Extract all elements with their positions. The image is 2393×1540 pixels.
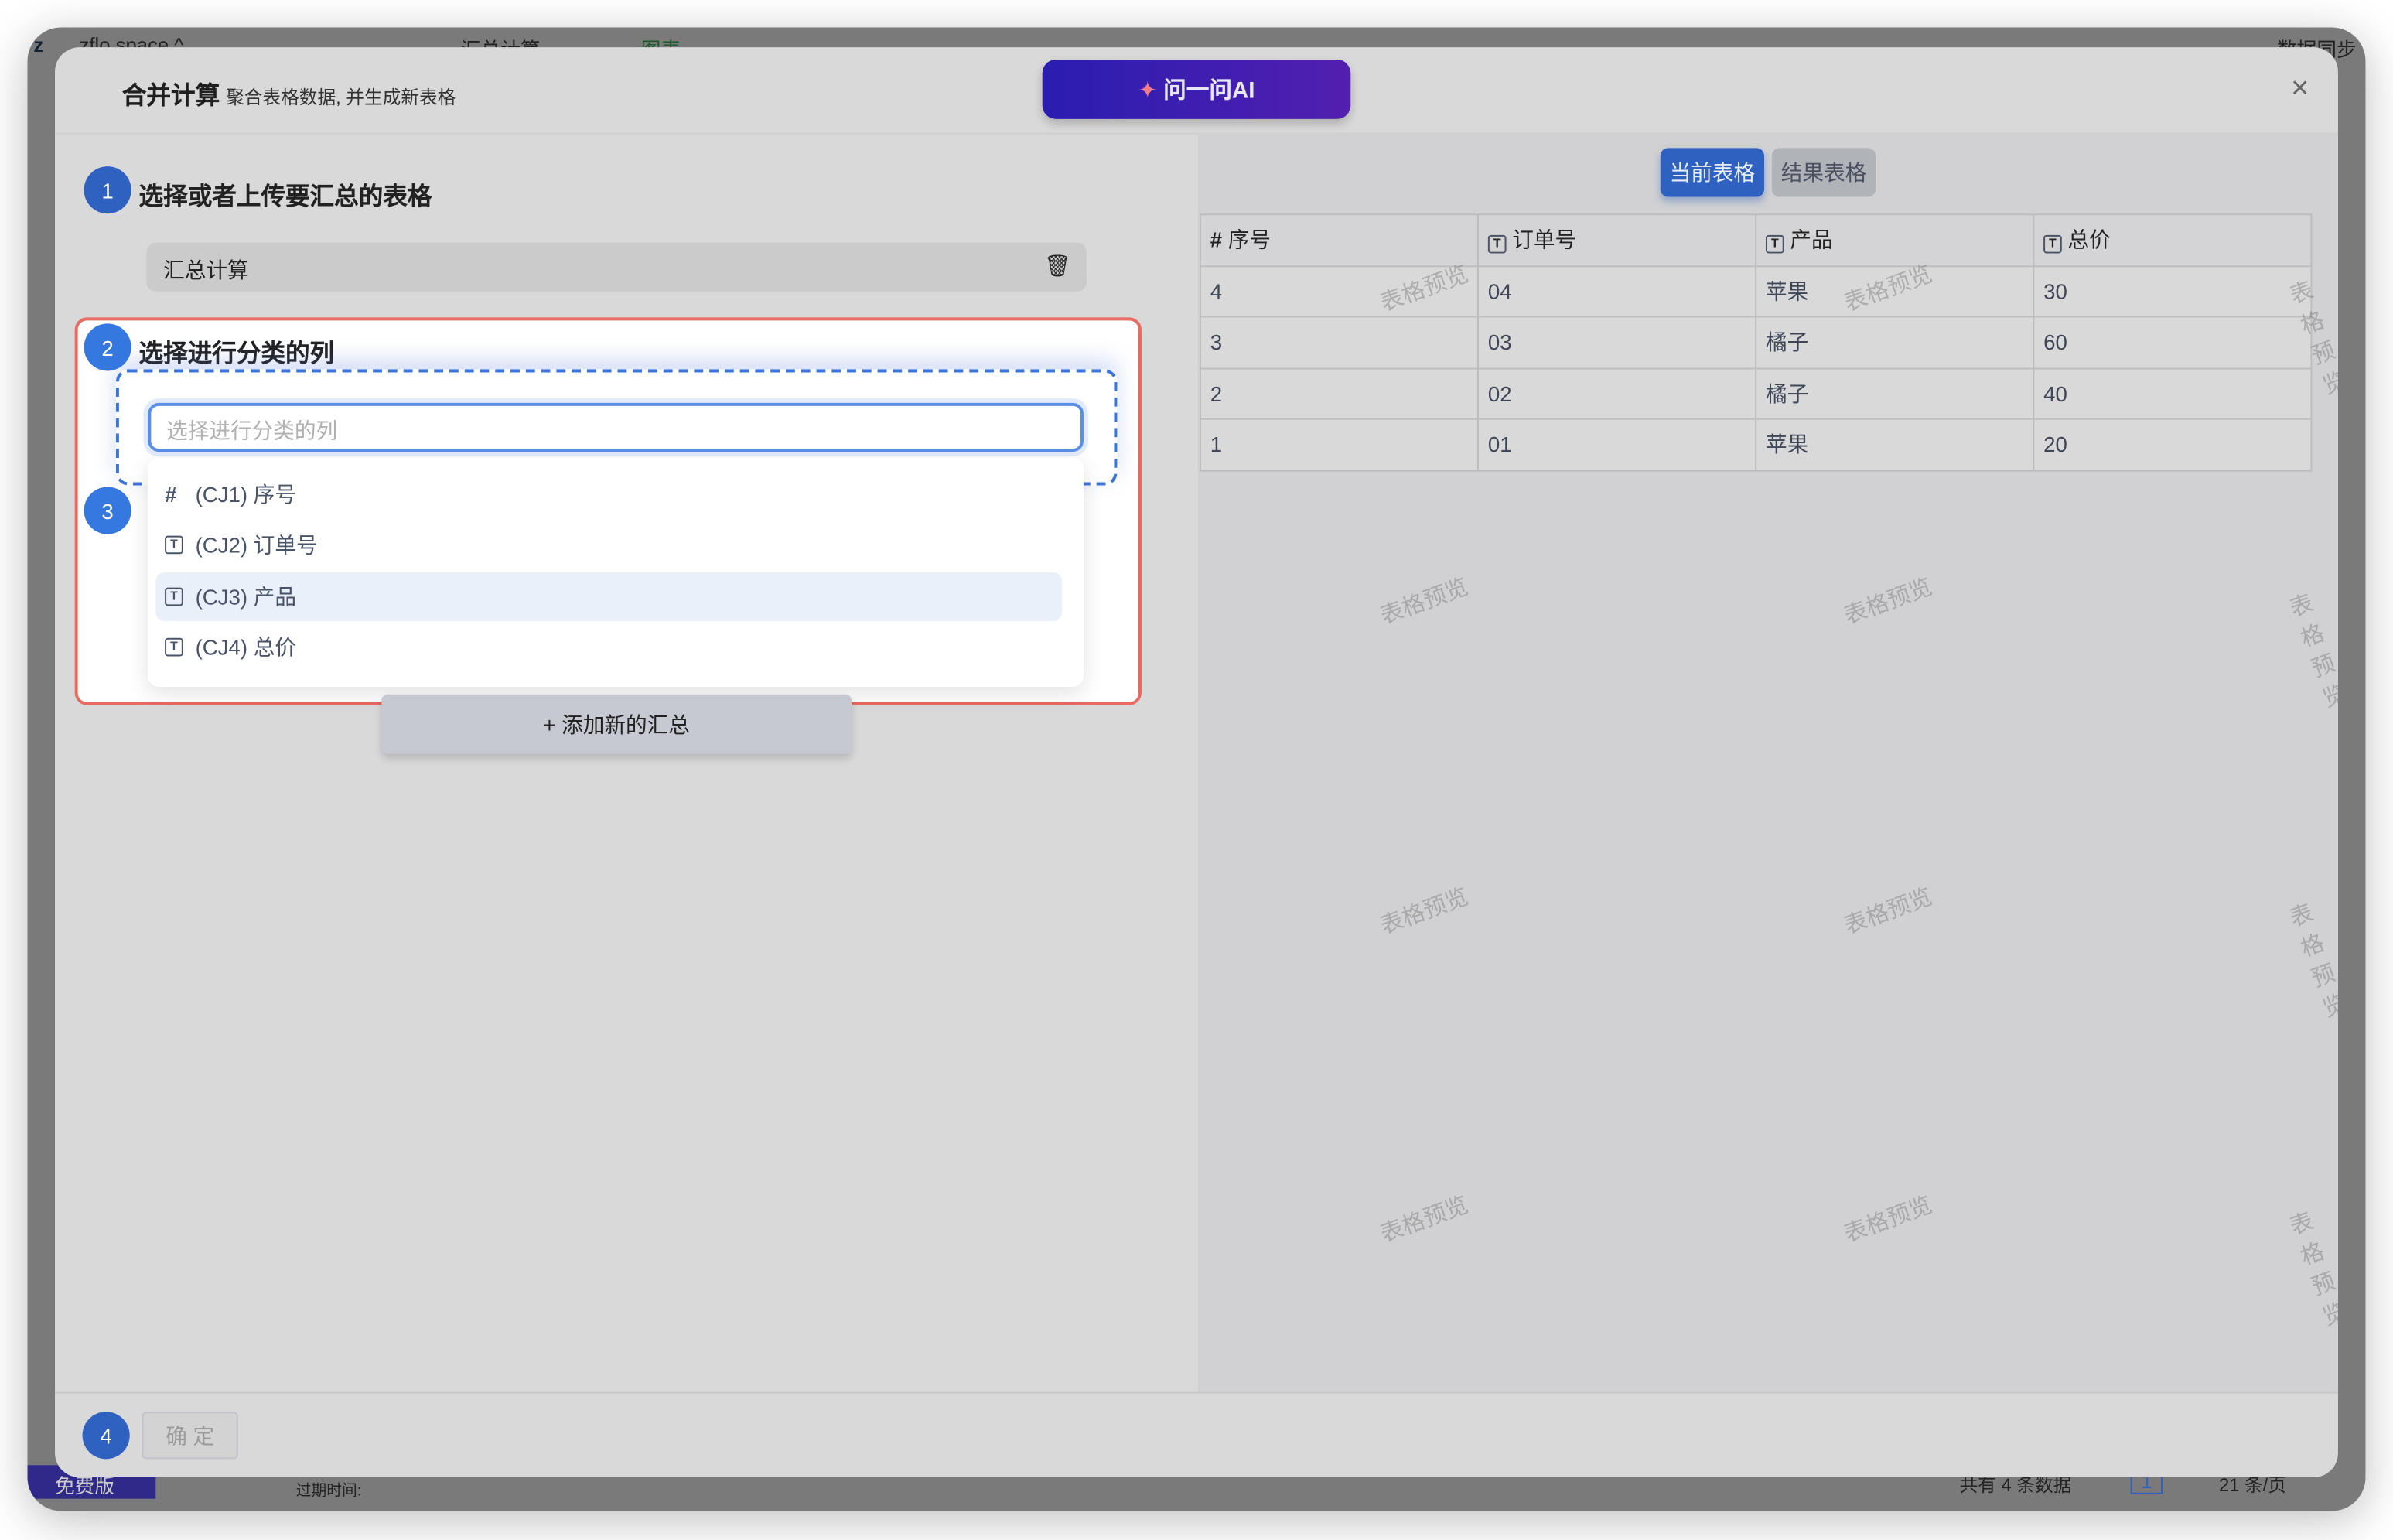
step-3-badge: 3 [84, 487, 131, 534]
preview-table: # 序号 T 订单号 T 产品 T 总价 4 04 苹果 30 3 03 橘子 60 2 02… [1199, 213, 2313, 471]
cell: 1 [1199, 418, 1480, 471]
cell: 橘子 [1755, 367, 2035, 420]
title-text: 合并计算 [121, 84, 220, 111]
table-row: 1 01 苹果 20 [1199, 418, 2313, 471]
col-label: 订单号 [1512, 227, 1577, 253]
watermark: 表格预览 [2286, 900, 2338, 1023]
option-label: (CJ3) 产品 [195, 584, 297, 610]
cell: 苹果 [1755, 265, 2035, 318]
option-cj3[interactable]: T (CJ3) 产品 [155, 572, 1063, 622]
col-header: T 订单号 [1477, 213, 1757, 267]
cell: 2 [1199, 367, 1480, 420]
step-2-badge: 2 [84, 323, 131, 371]
option-cj1[interactable]: # (CJ1) 序号 [155, 470, 1062, 519]
ask-ai-button[interactable]: ✦ 问一问AI [1042, 59, 1351, 119]
workspace-avatar[interactable]: z [33, 33, 43, 56]
cell: 01 [1477, 418, 1757, 471]
number-icon: # [165, 482, 177, 507]
footer-divider [55, 1391, 2338, 1394]
cell: 04 [1477, 265, 1757, 318]
step-1-badge: 1 [84, 166, 131, 214]
add-summary-button[interactable]: + 添加新的汇总 [381, 694, 852, 754]
watermark: 表格预览 [1841, 883, 1936, 940]
col-label: 序号 [1227, 227, 1272, 253]
modal-subtitle: 聚合表格数据, 并生成新表格 [226, 87, 456, 109]
modal-title: 合并计算 聚合表格数据, 并生成新表格 [122, 75, 456, 111]
cell: 20 [2033, 418, 2313, 471]
column-dropdown: # (CJ1) 序号 T (CJ2) 订单号 T (CJ3) 产品 T (CJ4) 总价 [148, 457, 1084, 687]
cell: 02 [1477, 367, 1757, 420]
step-2-label: 选择进行分类的列 [138, 341, 335, 368]
cell: 60 [2033, 316, 2313, 369]
sparkle-icon: ✦ [1138, 77, 1158, 104]
cell: 3 [1199, 316, 1480, 369]
option-label: (CJ4) 总价 [195, 634, 297, 660]
modal-header: 合并计算 聚合表格数据, 并生成新表格 ✦ 问一问AI × [55, 47, 2338, 135]
text-icon: T [1765, 235, 1784, 254]
merge-calc-modal: 合并计算 聚合表格数据, 并生成新表格 ✦ 问一问AI × 1 选择或者上传要汇总的… [55, 47, 2338, 1478]
option-cj4[interactable]: T (CJ4) 总价 [155, 623, 1062, 671]
watermark: 表格预览 [1841, 574, 1936, 630]
table-row: 3 03 橘子 60 [1199, 316, 2313, 369]
tab-current-table[interactable]: 当前表格 [1660, 148, 1765, 197]
option-cj2[interactable]: T (CJ2) 订单号 [155, 521, 1062, 569]
ai-label: 问一问AI [1163, 77, 1255, 104]
classify-column-input[interactable]: 选择进行分类的列 [148, 402, 1084, 452]
col-header: T 产品 [1755, 213, 2035, 267]
selected-table-item: 汇总计算 🗑 [146, 242, 1087, 292]
cell: 苹果 [1755, 418, 2035, 471]
text-icon: T [2043, 235, 2062, 254]
preview-panel: 当前表格 结果表格 # 序号 T 订单号 T 产品 T 总价 4 04 苹果 30 3… [1197, 134, 2338, 1392]
number-icon: # [1210, 227, 1223, 253]
col-header: # 序号 [1199, 213, 1480, 267]
cell: 4 [1199, 265, 1480, 318]
text-icon: T [1487, 235, 1507, 254]
step-1-label: 选择或者上传要汇总的表格 [138, 184, 432, 211]
confirm-button[interactable]: 确 定 [142, 1412, 238, 1460]
table-header: # 序号 T 订单号 T 产品 T 总价 [1199, 213, 2313, 267]
cell: 30 [2033, 265, 2313, 318]
trash-icon[interactable]: 🗑 [1044, 254, 1071, 280]
text-icon: T [165, 587, 183, 606]
watermark: 表格预览 [1377, 883, 1473, 940]
col-label: 总价 [2067, 227, 2111, 253]
option-label: (CJ2) 订单号 [195, 532, 318, 558]
watermark: 表格预览 [1841, 1192, 1936, 1248]
cell: 03 [1477, 316, 1757, 369]
watermark: 表格预览 [2286, 1208, 2338, 1331]
tab-result-table[interactable]: 结果表格 [1771, 148, 1876, 197]
table-name: 汇总计算 [163, 258, 249, 283]
table-row: 4 04 苹果 30 [1199, 265, 2313, 318]
text-icon: T [165, 535, 183, 555]
watermark: 表格预览 [1377, 1192, 1473, 1248]
close-icon[interactable]: × [2283, 72, 2316, 107]
option-label: (CJ1) 序号 [195, 482, 297, 507]
cell: 40 [2033, 367, 2313, 420]
cell: 橘子 [1755, 316, 2035, 369]
col-label: 产品 [1790, 227, 1833, 253]
table-row: 2 02 橘子 40 [1199, 367, 2313, 420]
watermark: 表格预览 [2286, 590, 2338, 713]
step-4-badge: 4 [82, 1412, 130, 1460]
watermark: 表格预览 [1377, 574, 1473, 630]
col-header: T 总价 [2033, 213, 2313, 267]
expire-text: 过期时间: [295, 1483, 362, 1501]
text-icon: T [165, 637, 183, 657]
